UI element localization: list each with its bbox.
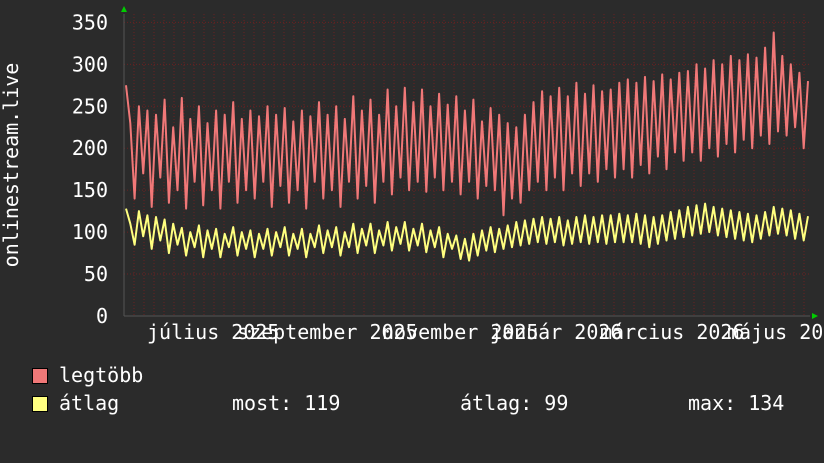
y-tick-label: 300	[72, 52, 108, 76]
chart: 0 50 100 150 200 250 300 350 július 2025szeptem…	[0, 6, 824, 344]
stat-current: most: 119	[232, 391, 341, 415]
stat-average: átlag: 99	[460, 391, 569, 415]
legend-item-avg: átlag	[32, 391, 119, 463]
stat-max: max: 134	[688, 391, 785, 415]
y-axis-label: onlinestream.live	[0, 63, 23, 268]
y-tick-label: 150	[72, 178, 108, 202]
x-tick-label: március 2026	[600, 320, 745, 344]
y-tick-label: 0	[96, 304, 108, 328]
y-tick-label: 350	[72, 10, 108, 34]
y-ticks: 0 50 100 150 200 250 300 350	[72, 10, 108, 328]
x-axis-arrow-icon	[812, 313, 818, 319]
y-tick-label: 200	[72, 136, 108, 160]
y-tick-label: 250	[72, 94, 108, 118]
y-tick-label: 100	[72, 220, 108, 244]
x-ticks: július 2025szeptember 2025november 2025j…	[147, 320, 824, 344]
legend-swatch-avg	[32, 396, 48, 412]
legend-label-max: legtöbb	[59, 363, 144, 387]
legend-swatch-max	[32, 368, 48, 384]
x-tick-label: május 2026	[727, 320, 824, 344]
y-tick-label: 50	[84, 262, 108, 286]
y-axis-arrow-icon	[121, 6, 127, 12]
legend-label-avg: átlag	[59, 391, 120, 415]
